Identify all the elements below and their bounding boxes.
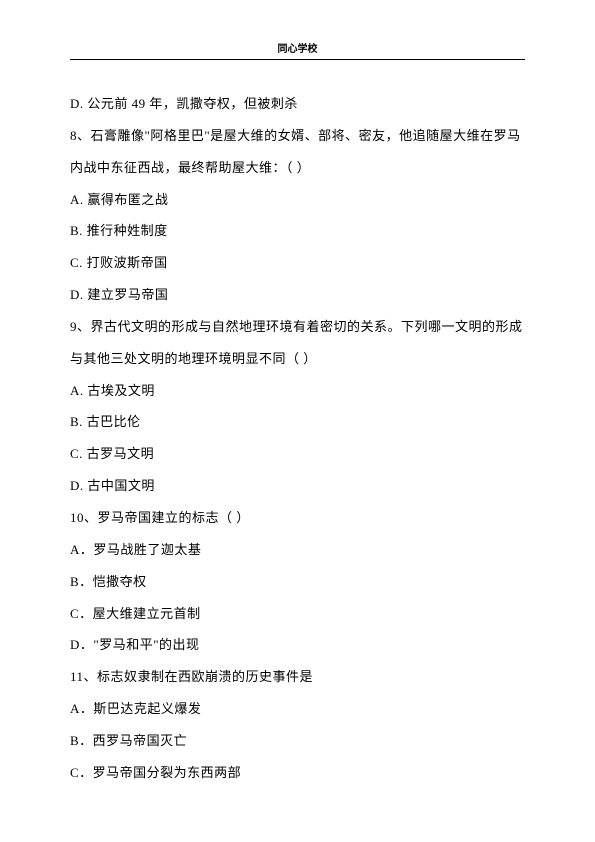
page-header: 同心学校 [70, 40, 525, 60]
option-b-q11: B．西罗马帝国灭亡 [70, 725, 525, 757]
question-9: 9界古代文明的形成与自然地理环境有着密切的关系。下列哪一文明的形成与其他三处文明… [70, 311, 525, 375]
option-d-q9: D. 古中国文明 [70, 470, 525, 502]
question-text: 界古代文明的形成与自然地理环境有着密切的关系。下列哪一文明的形成与其他三处文明的… [70, 319, 523, 366]
question-number: 11 [70, 669, 97, 684]
question-11: 11标志奴隶制在西欧崩溃的历史事件是 [70, 661, 525, 693]
option-d-q8: D. 建立罗马帝国 [70, 279, 525, 311]
option-c-q10: C．屋大维建立元首制 [70, 598, 525, 630]
option-a-q9: A. 古埃及文明 [70, 375, 525, 407]
option-c-q8: C. 打败波斯帝国 [70, 247, 525, 279]
option-a-q10: A．罗马战胜了迦太基 [70, 534, 525, 566]
option-d-q10: D．"罗马和平"的出现 [70, 629, 525, 661]
option-b-q10: B．恺撒夺权 [70, 566, 525, 598]
question-10: 10罗马帝国建立的标志（ ） [70, 502, 525, 534]
option-b-q8: B. 推行种姓制度 [70, 215, 525, 247]
option-d-q7: D. 公元前 49 年，凯撒夺权，但被刺杀 [70, 88, 525, 120]
question-text: 石膏雕像"阿格里巴"是屋大维的女婿、部将、密友，他追随屋大维在罗马内战中东征西战… [70, 128, 521, 175]
option-c-q9: C. 古罗马文明 [70, 438, 525, 470]
option-a-q8: A. 赢得布匿之战 [70, 184, 525, 216]
question-text: 罗马帝国建立的标志（ ） [98, 510, 250, 525]
question-8: 8石膏雕像"阿格里巴"是屋大维的女婿、部将、密友，他追随屋大维在罗马内战中东征西… [70, 120, 525, 184]
question-number: 10 [70, 510, 98, 525]
question-number: 8 [70, 128, 91, 143]
option-c-q11: C．罗马帝国分裂为东西两部 [70, 757, 525, 789]
question-number: 9 [70, 319, 91, 334]
option-b-q9: B. 古巴比伦 [70, 406, 525, 438]
question-text: 标志奴隶制在西欧崩溃的历史事件是 [97, 669, 313, 684]
option-a-q11: A．斯巴达克起义爆发 [70, 693, 525, 725]
